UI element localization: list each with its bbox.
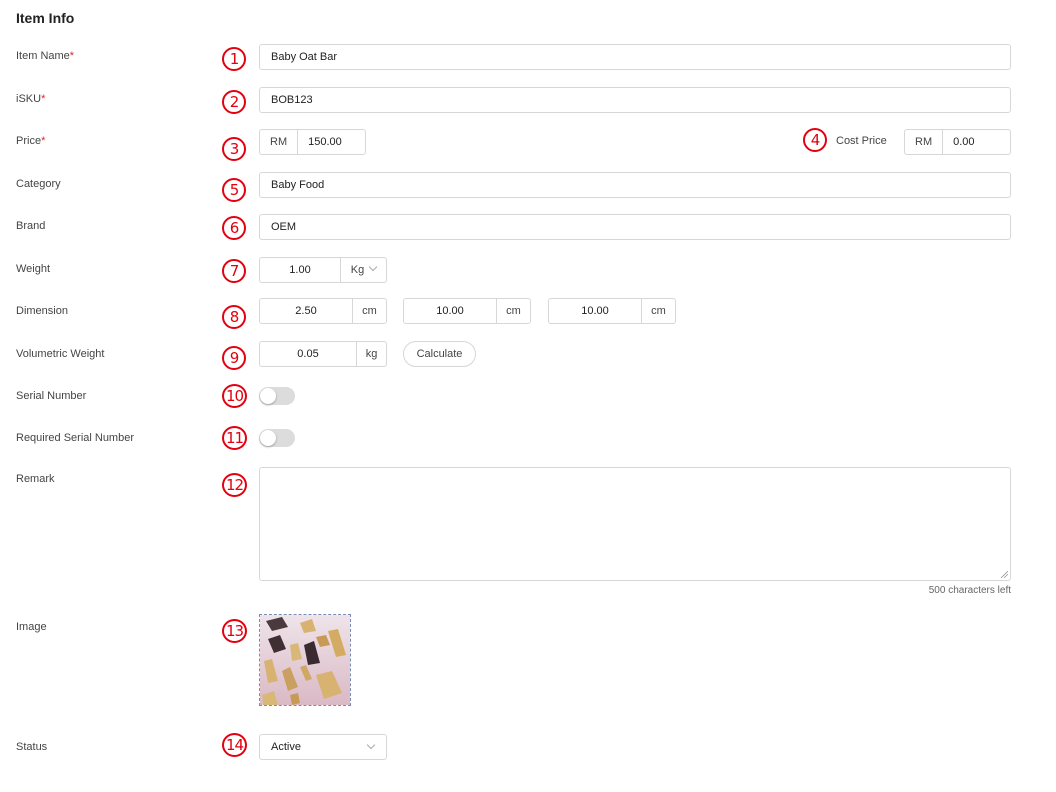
callout-badge-1: 1	[222, 47, 246, 71]
callout-badge-11: 11	[222, 426, 247, 450]
dimension-height-group[interactable]: 10.00 cm	[548, 298, 676, 324]
cost-price-currency-prefix: RM	[905, 130, 944, 154]
callout-badge-4: 4	[803, 128, 827, 152]
item-name-input[interactable]: Baby Oat Bar	[259, 44, 1011, 70]
category-input[interactable]: Baby Food	[259, 172, 1011, 198]
section-title: Item Info	[16, 10, 75, 26]
callout-badge-8: 8	[222, 305, 246, 329]
callout-badge-13: 13	[222, 619, 247, 643]
price-input-group[interactable]: RM 150.00	[259, 129, 366, 155]
price-label: Price*	[16, 135, 46, 147]
toggle-knob	[260, 430, 276, 446]
oat-bar-photo	[260, 615, 350, 705]
callout-badge-5: 5	[222, 178, 246, 202]
chevron-down-icon	[366, 740, 376, 750]
callout-badge-7: 7	[222, 259, 246, 283]
callout-badge-14: 14	[222, 733, 247, 757]
weight-input-group[interactable]: 1.00 Kg	[259, 257, 387, 283]
remark-character-counter: 500 characters left	[928, 585, 1011, 596]
callout-badge-9: 9	[222, 346, 246, 370]
chevron-down-icon	[368, 262, 378, 272]
callout-badge-12: 12	[222, 473, 247, 497]
resize-grip-icon[interactable]	[1001, 571, 1008, 578]
cost-price-input-group[interactable]: RM 0.00	[904, 129, 1011, 155]
remark-textarea[interactable]	[259, 467, 1011, 581]
weight-unit-select[interactable]: Kg	[340, 258, 386, 282]
callout-badge-10: 10	[222, 384, 247, 408]
required-serial-number-toggle[interactable]	[259, 429, 295, 447]
callout-badge-6: 6	[222, 216, 246, 240]
status-label: Status	[16, 741, 48, 753]
cost-price-label: Cost Price	[836, 135, 887, 147]
brand-label: Brand	[16, 220, 46, 232]
volumetric-weight-input-group[interactable]: 0.05 kg	[259, 341, 387, 367]
calculate-button[interactable]: Calculate	[403, 341, 476, 367]
remark-label: Remark	[16, 473, 55, 485]
callout-badge-3: 3	[222, 137, 246, 161]
price-currency-prefix: RM	[260, 130, 299, 154]
serial-number-toggle[interactable]	[259, 387, 295, 405]
status-select[interactable]: Active	[259, 734, 387, 760]
brand-input[interactable]: OEM	[259, 214, 1011, 240]
required-serial-number-label: Required Serial Number	[16, 432, 134, 444]
volumetric-weight-input[interactable]: 0.05	[260, 342, 356, 366]
category-label: Category	[16, 178, 61, 190]
callout-badge-2: 2	[222, 90, 246, 114]
price-input[interactable]: 150.00	[298, 130, 352, 154]
volumetric-weight-label: Volumetric Weight	[16, 348, 105, 360]
dimension-label: Dimension	[16, 305, 68, 317]
dimension-length-unit: cm	[352, 299, 386, 323]
product-image[interactable]	[259, 614, 351, 706]
dimension-width-unit: cm	[496, 299, 530, 323]
dimension-length-input[interactable]: 2.50	[260, 299, 352, 323]
dimension-width-input[interactable]: 10.00	[404, 299, 496, 323]
dimension-height-unit: cm	[641, 299, 675, 323]
isku-label: iSKU*	[16, 93, 46, 105]
toggle-knob	[260, 388, 276, 404]
serial-number-label: Serial Number	[16, 390, 87, 402]
image-label: Image	[16, 621, 47, 633]
item-name-label: Item Name*	[16, 50, 75, 62]
dimension-width-group[interactable]: 10.00 cm	[403, 298, 531, 324]
weight-label: Weight	[16, 263, 51, 275]
dimension-length-group[interactable]: 2.50 cm	[259, 298, 387, 324]
dimension-height-input[interactable]: 10.00	[549, 299, 641, 323]
cost-price-input[interactable]: 0.00	[943, 130, 984, 154]
isku-input[interactable]: BOB123	[259, 87, 1011, 113]
volumetric-weight-unit: kg	[356, 342, 386, 366]
weight-input[interactable]: 1.00	[260, 258, 340, 282]
